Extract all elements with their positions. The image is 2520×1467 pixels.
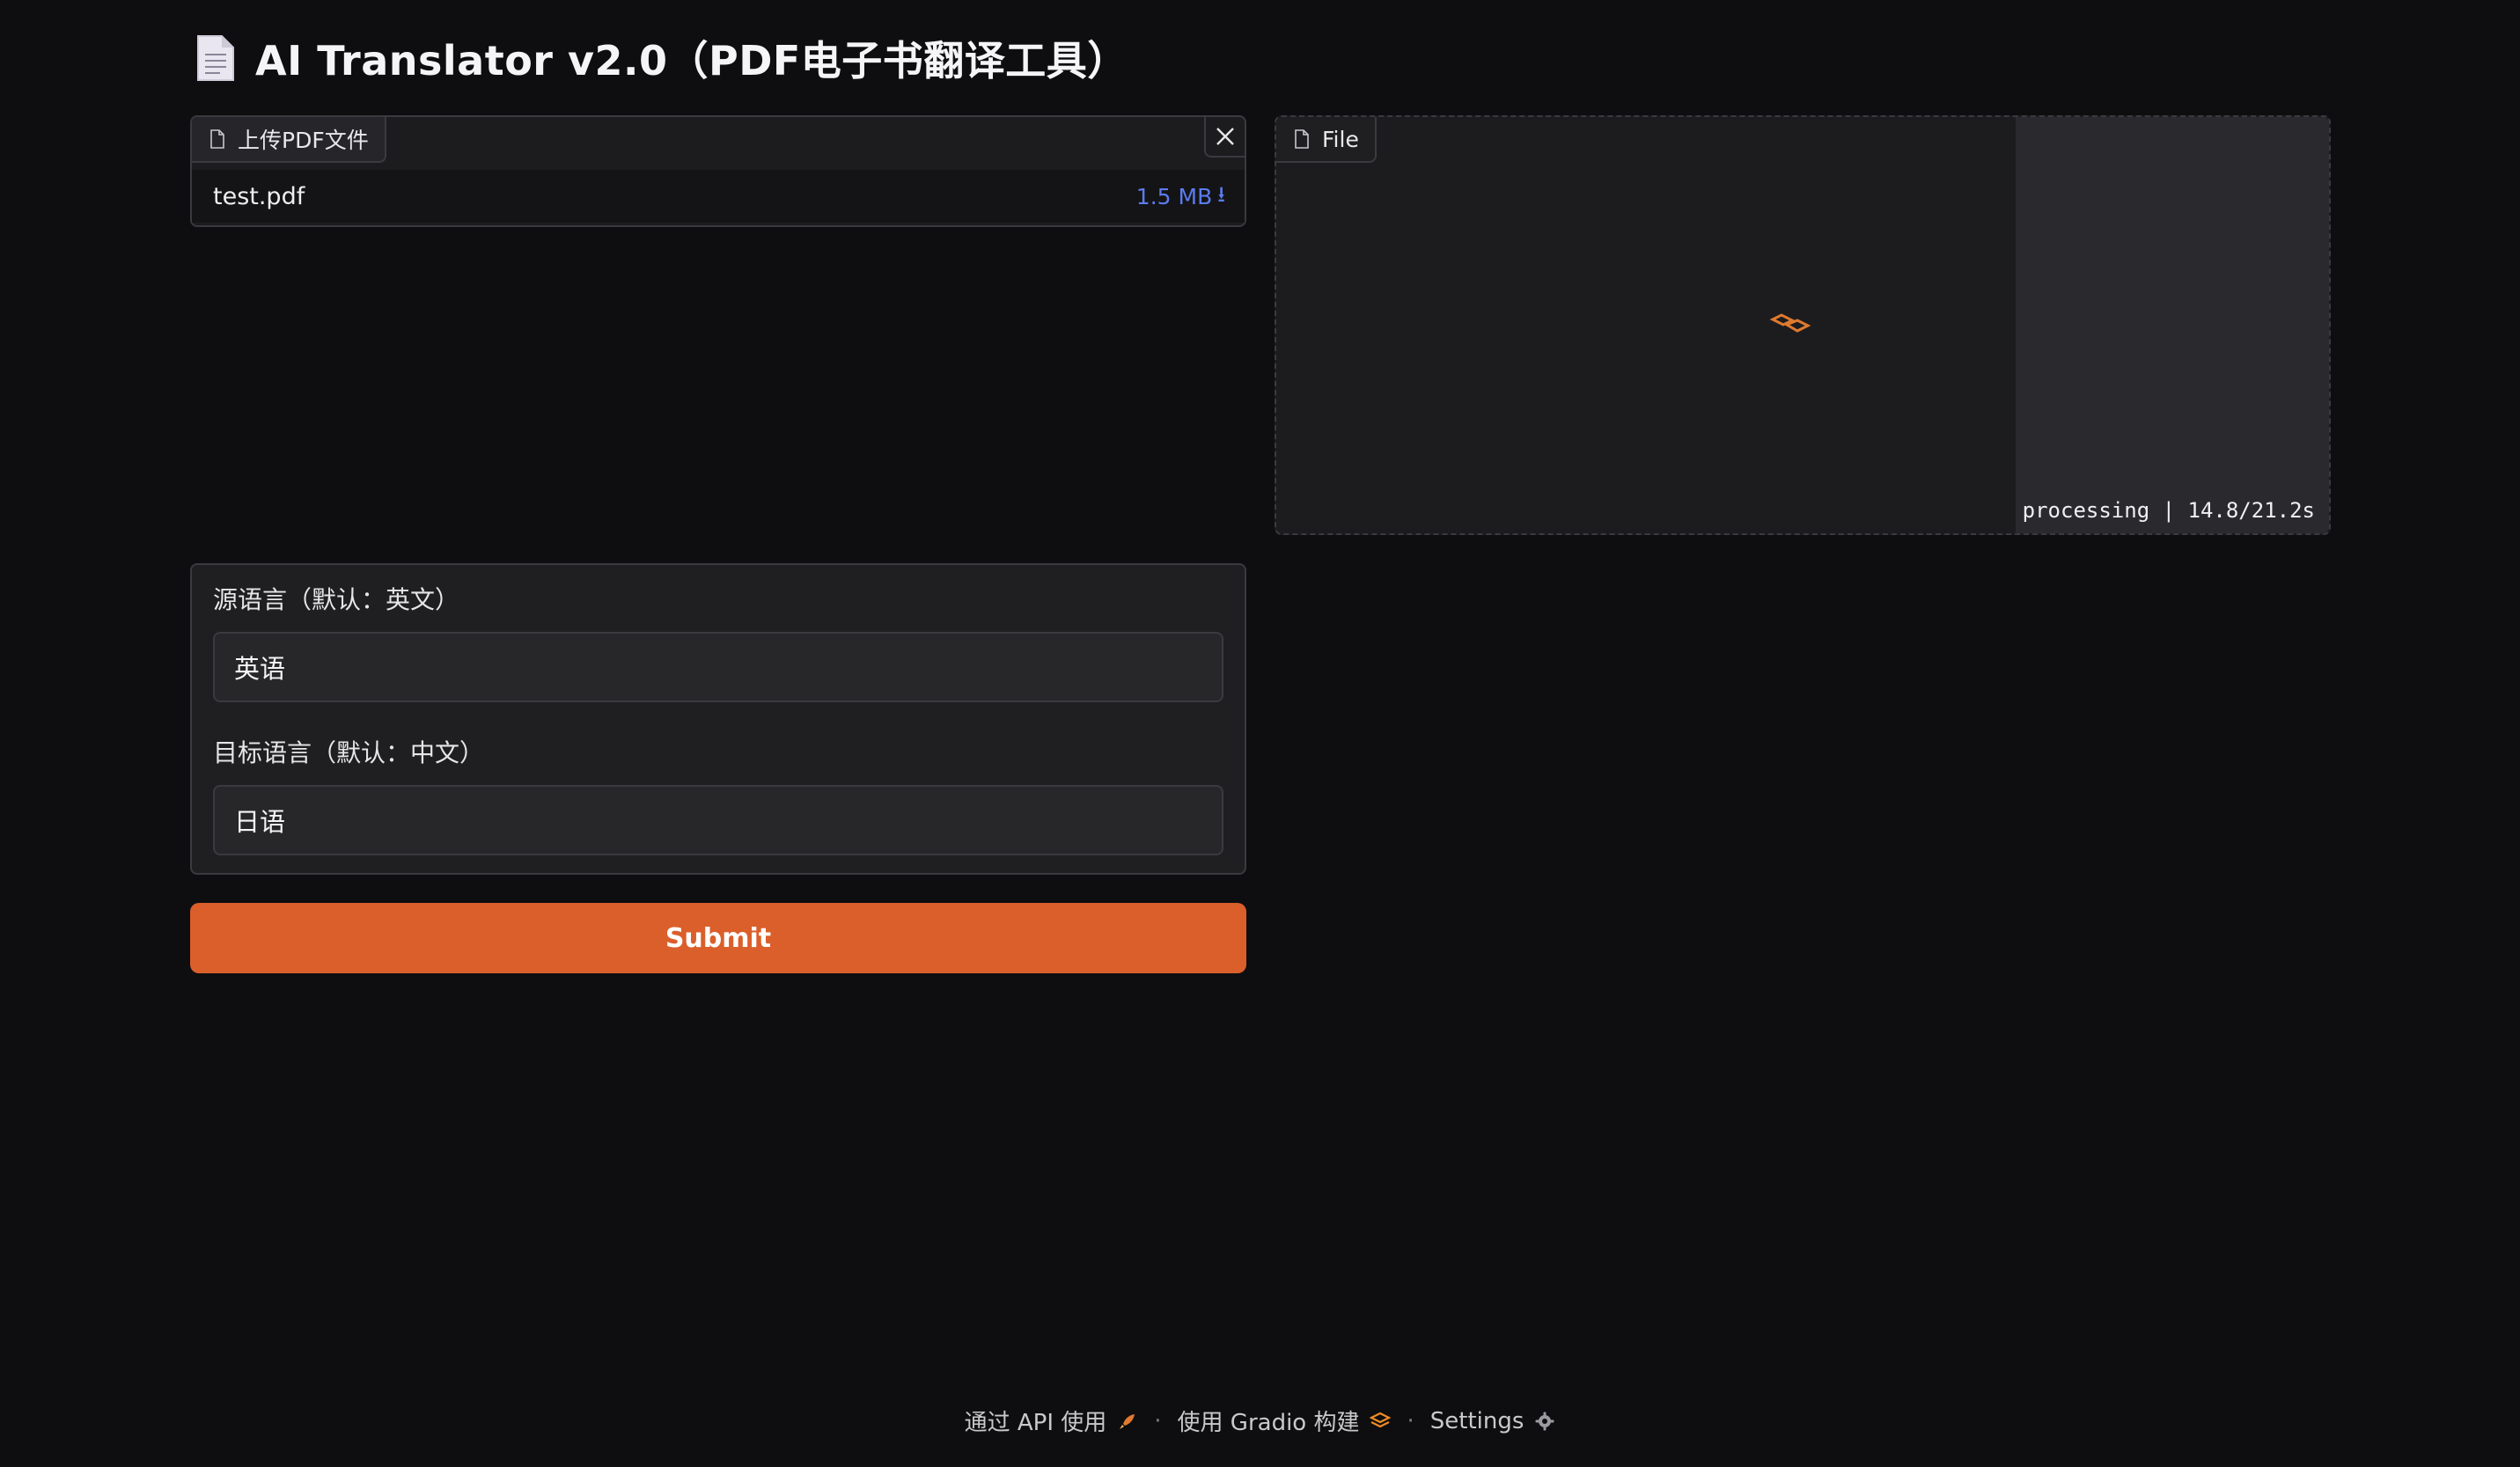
target-language-input[interactable]: 日语 bbox=[213, 785, 1223, 855]
gear-icon bbox=[1535, 1412, 1554, 1430]
rocket-icon bbox=[1120, 1413, 1135, 1429]
progress-status: processing | 14.8/21.2s bbox=[2022, 498, 2315, 523]
output-label: File bbox=[1322, 126, 1359, 152]
api-link[interactable]: 通过 API 使用 bbox=[965, 1405, 1139, 1437]
close-icon bbox=[1216, 128, 1234, 145]
file-icon bbox=[210, 129, 224, 149]
gradio-link-label: 使用 Gradio 构建 bbox=[1177, 1410, 1360, 1436]
upload-label-tab: 上传PDF文件 bbox=[192, 117, 386, 163]
uploaded-file-row: test.pdf 1.5 MB ⭳ bbox=[192, 170, 1245, 223]
api-link-label: 通过 API 使用 bbox=[964, 1410, 1107, 1436]
pdf-upload: 上传PDF文件 test.pdf 1.5 MB ⭳ bbox=[190, 115, 1246, 227]
source-language-label: 源语言（默认：英文） bbox=[213, 585, 460, 614]
target-language-value: 日语 bbox=[234, 807, 286, 837]
file-size: 1.5 MB bbox=[1135, 183, 1213, 209]
submit-button[interactable]: Submit bbox=[190, 903, 1246, 973]
progress-overlay bbox=[2016, 117, 2329, 533]
file-output: File processing | 14.8/21.2s bbox=[1275, 115, 2331, 535]
download-icon: ⭳ bbox=[1217, 180, 1225, 207]
page-title: AI Translator v2.0（PDF电子书翻译工具） bbox=[255, 37, 1128, 84]
source-language-input[interactable]: 英语 bbox=[213, 632, 1223, 702]
source-language-value: 英语 bbox=[234, 654, 286, 684]
gradio-logo-icon bbox=[1370, 1412, 1392, 1427]
document-icon bbox=[197, 35, 234, 81]
language-form: 源语言（默认：英文） 英语 目标语言（默认：中文） 日语 bbox=[190, 563, 1246, 875]
loading-spinner-icon bbox=[1769, 313, 1811, 333]
clear-upload-button[interactable] bbox=[1204, 117, 1245, 158]
page-header: AI Translator v2.0（PDF电子书翻译工具） bbox=[195, 26, 1128, 90]
target-language-label: 目标语言（默认：中文） bbox=[213, 738, 485, 767]
footer-separator: · bbox=[1154, 1407, 1162, 1434]
footer-separator: · bbox=[1407, 1407, 1414, 1434]
download-file-link[interactable]: 1.5 MB ⭳ bbox=[1136, 178, 1225, 216]
gradio-link[interactable]: 使用 Gradio 构建 bbox=[1178, 1405, 1392, 1437]
upload-label: 上传PDF文件 bbox=[238, 128, 369, 153]
file-icon bbox=[1295, 129, 1309, 149]
settings-link-label: Settings bbox=[1429, 1407, 1524, 1434]
app-page: AI Translator v2.0（PDF电子书翻译工具） 上传PDF文件 t… bbox=[0, 0, 2520, 1467]
output-label-tab: File bbox=[1276, 117, 1377, 163]
uploaded-file-name: test.pdf bbox=[213, 182, 305, 210]
footer: 通过 API 使用 · 使用 Gradio 构建 · Settings bbox=[0, 1405, 2520, 1437]
settings-link[interactable]: Settings bbox=[1430, 1408, 1556, 1434]
